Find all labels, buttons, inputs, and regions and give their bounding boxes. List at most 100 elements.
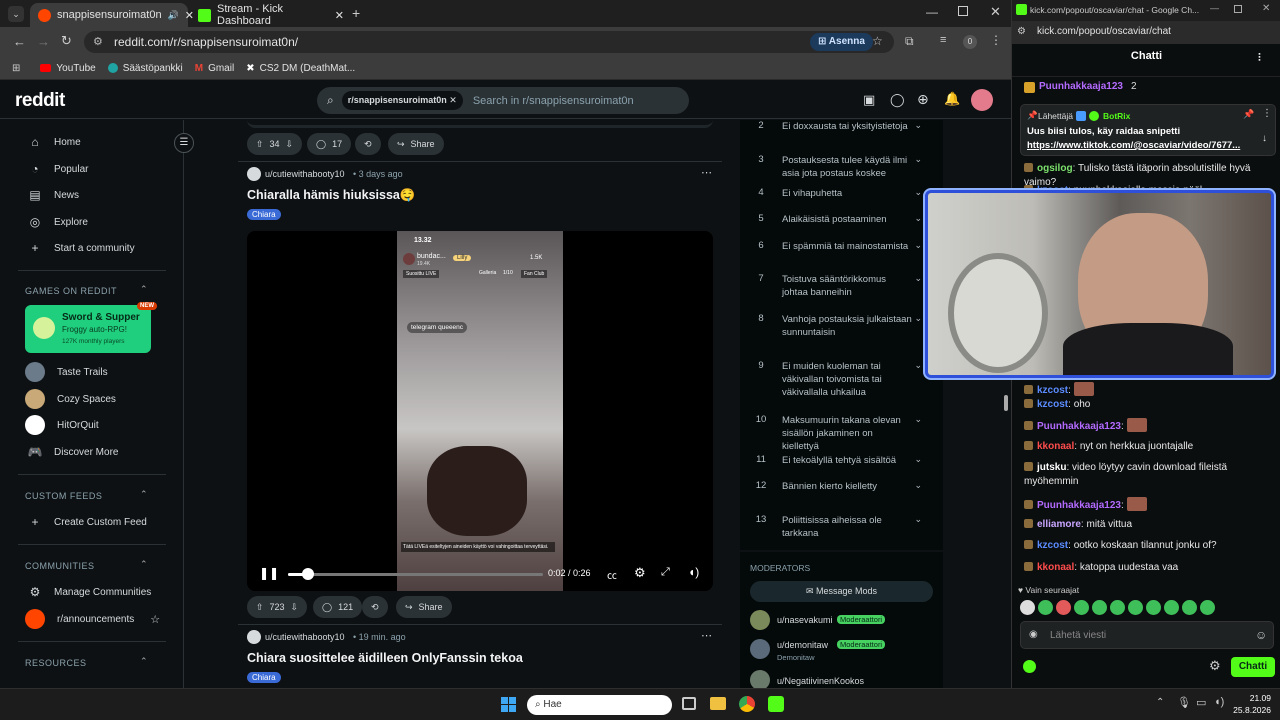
notifications-bell-icon[interactable]: 🔔 (944, 91, 960, 107)
chevron-down-icon[interactable]: ⌄ (914, 313, 922, 324)
emote-icon[interactable] (1074, 600, 1089, 615)
chat-username[interactable]: kzcost (1037, 540, 1068, 551)
chat-username[interactable]: kkonaal (1037, 441, 1074, 452)
rule-item[interactable]: 13 Poliittisissa aiheissa ole tarkkana ⌄ (740, 514, 932, 540)
post-title[interactable]: Chiaralla hämis hiuksissa🤤 (247, 188, 415, 203)
minimize-icon[interactable]: — (1210, 3, 1219, 13)
game-cozy-spaces[interactable]: Cozy Spaces (25, 389, 116, 409)
emote-icon[interactable] (1020, 600, 1035, 615)
site-info-icon[interactable]: ⚙ (93, 35, 103, 48)
chat-username[interactable]: kzcost (1037, 399, 1068, 410)
favorite-star-icon[interactable]: ☆ (150, 613, 160, 626)
apps-grid-icon[interactable]: ⊞ (12, 63, 20, 74)
pinned-message[interactable]: 📌 Lähettäjä BotRix 📌 ⋮ Uus biisi tulos, … (1020, 104, 1276, 156)
chat-username[interactable]: kzcost (1037, 385, 1068, 396)
vote-control[interactable]: ⇧ 34 ⇩ (247, 133, 303, 155)
comments-button[interactable]: ◯ 121 (313, 596, 363, 618)
media-icon[interactable]: ≡ (940, 34, 946, 46)
reload-icon[interactable]: ↻ (61, 33, 72, 49)
post-more-icon[interactable]: ⋯ (701, 166, 712, 179)
manage-communities[interactable]: ⚙ Manage Communities (28, 582, 152, 602)
bookmark-gmail[interactable]: M Gmail (195, 63, 234, 74)
rule-item[interactable]: 11 Ei tekoälyllä tehtyä sisältöä ⌄ (740, 454, 932, 467)
chat-icon[interactable]: ◯ (890, 92, 905, 108)
share-button[interactable]: ↪ Share (388, 133, 444, 155)
microphone-icon[interactable]: 🎙 (1177, 696, 1191, 709)
user-avatar[interactable] (971, 89, 993, 111)
rule-item[interactable]: 4 Ei vihapuhetta ⌄ (740, 187, 932, 200)
chevron-up-icon[interactable]: ⌃ (140, 559, 148, 570)
extensions-icon[interactable]: ⧉ (905, 34, 914, 49)
bookmark-saastopankki[interactable]: Säästöpankki (107, 63, 183, 74)
game-hitorquit[interactable]: HitOrQuit (25, 415, 99, 435)
chevron-down-icon[interactable]: ⌄ (914, 154, 922, 165)
game-feature-card[interactable]: Sword & Supper Froggy auto-RPG! 127K mon… (25, 302, 157, 353)
upvote-icon[interactable]: ⇧ (256, 139, 264, 150)
search-input[interactable]: ⌕ r/snappisensuroimat0n ✕ Search in r/sn… (317, 87, 689, 114)
chevron-down-icon[interactable]: ⌄ (914, 414, 922, 425)
chat-users-icon[interactable]: ⫶ (1258, 52, 1261, 65)
chevron-down-icon[interactable]: ⌄ (914, 454, 922, 465)
rule-item[interactable]: 7 Toistuva sääntörikkomus johtaa banneihi… (740, 273, 932, 299)
nav-explore[interactable]: ◎ Explore (28, 212, 88, 232)
chevron-down-icon[interactable]: ⌄ (914, 480, 922, 491)
post-flair[interactable]: Chiara (247, 672, 281, 683)
rule-item[interactable]: 12 Bännien kierto kielletty ⌄ (740, 480, 932, 493)
top-gifter-name[interactable]: Puunhakkaaja123 (1039, 81, 1123, 92)
chat-settings-icon[interactable]: ⚙ (1209, 658, 1221, 674)
video-player[interactable]: 13.32 bundac... 19.4K Lilly 1.5K Suositt… (247, 231, 713, 591)
close-icon[interactable]: ✕ (335, 9, 344, 22)
tab-reddit[interactable]: snappisensuroimat0n 🔊 ✕ (30, 3, 194, 27)
rule-item[interactable]: 5 Alaikäisistä postaaminen ⌄ (740, 213, 932, 226)
taskbar-search[interactable]: ⌕ Hae (527, 695, 672, 715)
forward-icon[interactable]: → (37, 34, 50, 49)
subreddit-chip[interactable]: r/snappisensuroimat0n ✕ (341, 91, 463, 110)
community-announcements[interactable]: r/announcements ☆ (25, 609, 160, 629)
start-button[interactable] (501, 697, 516, 712)
emote-icon[interactable] (1164, 600, 1179, 615)
unpin-icon[interactable]: 📌 (1243, 109, 1254, 120)
nav-start-community[interactable]: + Start a community (28, 238, 134, 258)
emote-icon[interactable] (1146, 600, 1161, 615)
moderator-avatar[interactable] (750, 610, 770, 630)
speaker-icon[interactable]: 🔊 (168, 10, 179, 21)
tab-search-icon[interactable]: ⌄ (8, 6, 24, 22)
rule-item[interactable]: 9 Ei muiden kuoleman tai väkivallan toivo… (740, 360, 932, 399)
create-custom-feed[interactable]: + Create Custom Feed (28, 512, 146, 532)
video-progress[interactable] (288, 573, 543, 576)
send-chat-button[interactable]: Chatti (1231, 657, 1275, 677)
emote-icon[interactable] (1200, 600, 1215, 615)
emoji-icon[interactable]: ☺ (1255, 628, 1267, 642)
message-mods-button[interactable]: ✉ Message Mods (750, 581, 933, 602)
discover-more[interactable]: 🎮 Discover More (28, 442, 119, 462)
chat-username[interactable]: elliamore (1037, 519, 1081, 530)
crosspost-button[interactable]: ⟲ (362, 596, 388, 618)
bookmark-youtube[interactable]: YouTube (40, 63, 96, 74)
chevron-up-icon[interactable]: ⌃ (140, 284, 148, 295)
vote-control[interactable]: ⇧ 723 ⇩ (247, 596, 308, 618)
chevron-down-icon[interactable]: ⌄ (914, 360, 922, 371)
maximize-icon[interactable] (1234, 5, 1242, 13)
kick-app-icon[interactable] (768, 696, 784, 712)
chevron-down-icon[interactable]: ⌄ (914, 273, 922, 284)
maximize-icon[interactable] (958, 6, 968, 16)
back-icon[interactable]: ← (13, 34, 26, 49)
pinned-sender[interactable]: BotRix (1103, 111, 1130, 121)
emote-icon[interactable] (1092, 600, 1107, 615)
upvote-icon[interactable]: ⇧ (256, 602, 264, 613)
post-author[interactable]: u/cutiewithabooty10 (265, 169, 345, 179)
chip-close-icon[interactable]: ✕ (449, 95, 457, 105)
clock-time[interactable]: 21.09 (1235, 693, 1271, 703)
scrollbar-thumb[interactable] (1004, 395, 1008, 411)
create-post-icon[interactable]: ⊕ (917, 91, 929, 108)
chevron-down-icon[interactable]: ⌄ (914, 240, 922, 251)
volume-icon[interactable]: ◖) (688, 565, 699, 579)
post-title[interactable]: Chiara suosittelee äidilleen OnlyFanssin… (247, 651, 523, 665)
menu-kebab-icon[interactable]: ⋮ (990, 33, 1002, 47)
emote-icon[interactable] (1110, 600, 1125, 615)
new-tab-icon[interactable]: + (352, 5, 360, 21)
expand-icon[interactable]: ↓ (1262, 133, 1267, 144)
settings-gear-icon[interactable]: ⚙ (634, 565, 646, 581)
network-icon[interactable]: ▭ (1196, 696, 1206, 709)
advertise-icon[interactable]: ▣ (863, 92, 875, 108)
